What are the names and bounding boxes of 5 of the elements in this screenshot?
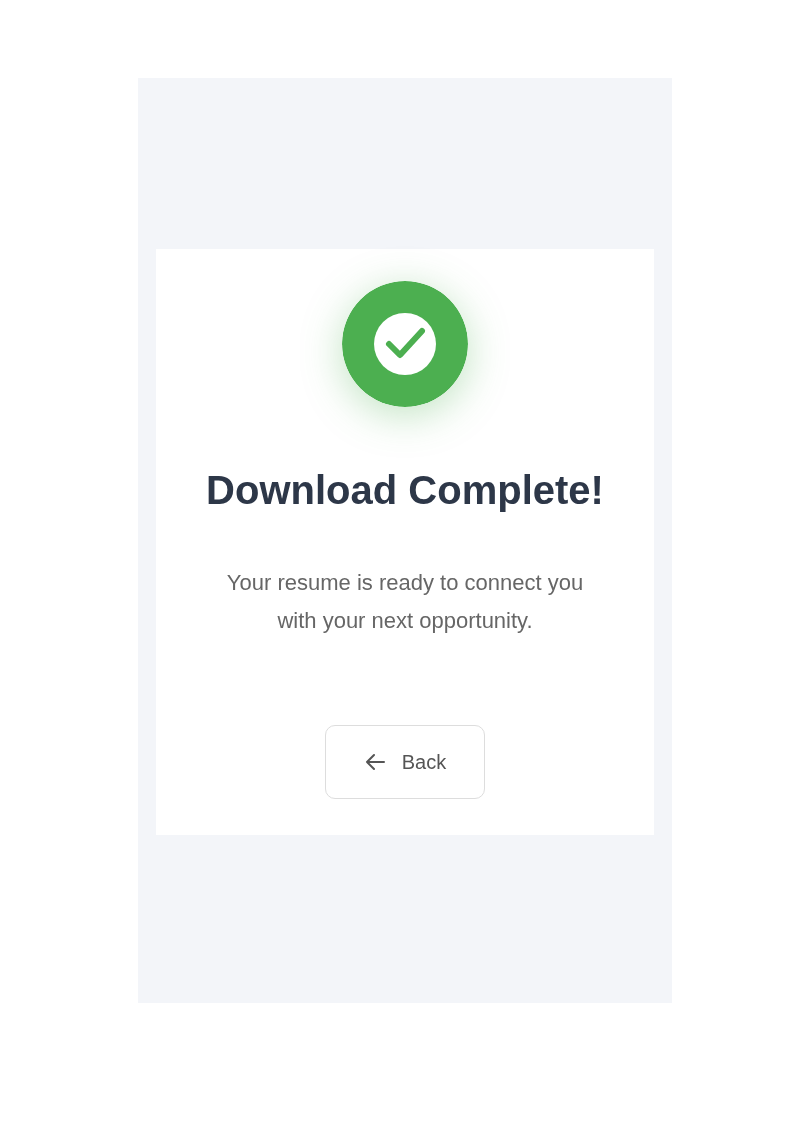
- message: Your resume is ready to connect you with your next opportunity.: [225, 569, 585, 635]
- title: Download Complete!: [206, 467, 604, 514]
- arrow-left-icon: [363, 752, 386, 772]
- back-button[interactable]: Back: [325, 725, 485, 799]
- check-circle-icon: [342, 281, 468, 407]
